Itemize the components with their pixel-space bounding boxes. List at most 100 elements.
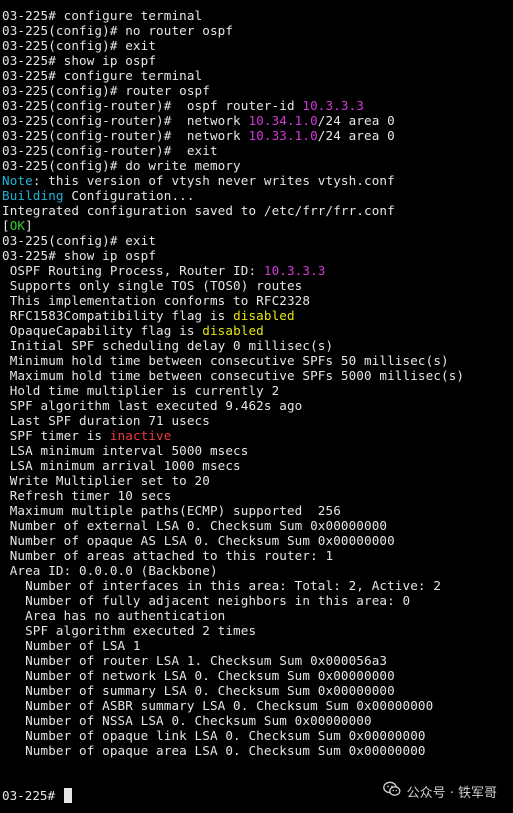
terminal-text: 03-225(config)# exit: [2, 38, 157, 53]
terminal-text: LSA minimum interval 5000 msecs: [2, 443, 249, 458]
terminal-text: : this version of vtysh never writes vty…: [32, 173, 395, 188]
terminal-line: Maximum multiple paths(ECMP) supported 2…: [2, 503, 513, 518]
terminal-text: 03-225(config-router)# ospf router-id: [2, 98, 303, 113]
terminal-line: OpaqueCapability flag is disabled: [2, 323, 513, 338]
terminal-text: SPF algorithm executed 2 times: [2, 623, 257, 638]
terminal-line: Last SPF duration 71 usecs: [2, 413, 513, 428]
terminal-text: Number of external LSA 0. Checksum Sum 0…: [2, 518, 388, 533]
terminal-text: Write Multiplier set to 20: [2, 473, 210, 488]
terminal-text: 03-225# configure terminal: [2, 68, 203, 83]
terminal-text: Number of network LSA 0. Checksum Sum 0x…: [2, 668, 395, 683]
terminal-text: 10.33.1.0: [248, 128, 318, 143]
terminal-text: Number of interfaces in this area: Total…: [2, 578, 442, 593]
terminal-line: Maximum hold time between consecutive SP…: [2, 368, 513, 383]
terminal-text: 03-225(config)# exit: [2, 233, 157, 248]
terminal-line: 03-225# configure terminal: [2, 8, 513, 23]
terminal-line: 03-225(config-router)# ospf router-id 10…: [2, 98, 513, 113]
terminal-line: Number of opaque area LSA 0. Checksum Su…: [2, 743, 513, 758]
terminal-text: 03-225(config)# no router ospf: [2, 23, 234, 38]
terminal-text: Number of opaque link LSA 0. Checksum Su…: [2, 728, 426, 743]
terminal-line: 03-225# show ip ospf: [2, 53, 513, 68]
terminal-text: 10.3.3.3: [302, 98, 365, 113]
terminal-text: Initial SPF scheduling delay 0 millisec(…: [2, 338, 334, 353]
command-prompt[interactable]: 03-225#: [2, 788, 72, 803]
terminal-line: Number of summary LSA 0. Checksum Sum 0x…: [2, 683, 513, 698]
terminal-line: Number of fully adjacent neighbors in th…: [2, 593, 513, 608]
terminal-line: SPF algorithm last executed 9.462s ago: [2, 398, 513, 413]
terminal-text: Number of areas attached to this router:…: [2, 548, 334, 563]
terminal-line: Hold time multiplier is currently 2: [2, 383, 513, 398]
terminal-text: 10.34.1.0: [248, 113, 318, 128]
terminal-text: SPF algorithm last executed 9.462s ago: [2, 398, 303, 413]
terminal-line: Minimum hold time between consecutive SP…: [2, 353, 513, 368]
terminal-text: Number of opaque AS LSA 0. Checksum Sum …: [2, 533, 395, 548]
terminal-text: Hold time multiplier is currently 2: [2, 383, 280, 398]
text-cursor: [63, 788, 72, 803]
terminal-text: /24 area 0: [317, 113, 395, 128]
terminal-text: 03-225# show ip ospf: [2, 248, 157, 263]
terminal-line: 03-225(config)# do write memory: [2, 158, 513, 173]
terminal-line: Number of opaque AS LSA 0. Checksum Sum …: [2, 533, 513, 548]
terminal-line: SPF algorithm executed 2 times: [2, 623, 513, 638]
terminal-text: Note: [2, 173, 33, 188]
terminal-text: ]: [25, 218, 33, 233]
terminal-line: Supports only single TOS (TOS0) routes: [2, 278, 513, 293]
terminal-text: 03-225# show ip ospf: [2, 53, 157, 68]
terminal-line: Number of router LSA 1. Checksum Sum 0x0…: [2, 653, 513, 668]
terminal-text: /24 area 0: [317, 128, 395, 143]
terminal-text: 03-225(config-router)# exit: [2, 143, 218, 158]
terminal-line: 03-225(config-router)# network 10.33.1.0…: [2, 128, 513, 143]
terminal-text: inactive: [109, 428, 172, 443]
terminal-line: SPF timer is inactive: [2, 428, 513, 443]
terminal-line: 03-225(config-router)# network 10.34.1.0…: [2, 113, 513, 128]
terminal-text: Refresh timer 10 secs: [2, 488, 172, 503]
terminal-line: This implementation conforms to RFC2328: [2, 293, 513, 308]
terminal-line: Number of ASBR summary LSA 0. Checksum S…: [2, 698, 513, 713]
terminal-line: 03-225(config)# exit: [2, 233, 513, 248]
terminal-text: 03-225(config)# do write memory: [2, 158, 241, 173]
terminal-text: Minimum hold time between consecutive SP…: [2, 353, 449, 368]
terminal-text: Maximum hold time between consecutive SP…: [2, 368, 465, 383]
terminal-text: 10.3.3.3: [263, 263, 326, 278]
terminal-text: Integrated configuration saved to /etc/f…: [2, 203, 395, 218]
terminal-line: 03-225(config)# exit: [2, 38, 513, 53]
terminal-text: Area has no authentication: [2, 608, 226, 623]
terminal-text: Number of NSSA LSA 0. Checksum Sum 0x000…: [2, 713, 372, 728]
terminal-text: OSPF Routing Process, Router ID:: [2, 263, 264, 278]
watermark: 公众号 · 铁军哥: [382, 781, 497, 801]
terminal-line: Number of LSA 1: [2, 638, 513, 653]
terminal-text: Number of router LSA 1. Checksum Sum 0x0…: [2, 653, 388, 668]
terminal-text: Maximum multiple paths(ECMP) supported 2…: [2, 503, 341, 518]
terminal-line: Note: this version of vtysh never writes…: [2, 173, 513, 188]
terminal-text: OpaqueCapability flag is: [2, 323, 203, 338]
terminal-line: Number of areas attached to this router:…: [2, 548, 513, 563]
terminal-text: 03-225# configure terminal: [2, 8, 203, 23]
terminal-line: RFC1583Compatibility flag is disabled: [2, 308, 513, 323]
terminal-text: Number of ASBR summary LSA 0. Checksum S…: [2, 698, 434, 713]
terminal-line: 03-225(config)# no router ospf: [2, 23, 513, 38]
terminal-text: disabled: [233, 308, 295, 323]
watermark-text: 公众号 · 铁军哥: [406, 785, 497, 801]
terminal-line: Write Multiplier set to 20: [2, 473, 513, 488]
terminal-text: [: [2, 218, 10, 233]
terminal-text: OK: [9, 218, 26, 233]
terminal-text: Number of summary LSA 0. Checksum Sum 0x…: [2, 683, 395, 698]
terminal-text: disabled: [202, 323, 264, 338]
terminal-line: Area ID: 0.0.0.0 (Backbone): [2, 563, 513, 578]
terminal-output: 03-225# configure terminal 03-225(config)…: [2, 8, 513, 758]
terminal-text: LSA minimum arrival 1000 msecs: [2, 458, 241, 473]
terminal-line: Number of external LSA 0. Checksum Sum 0…: [2, 518, 513, 533]
terminal-line: [OK]: [2, 218, 513, 233]
terminal-line: OSPF Routing Process, Router ID: 10.3.3.…: [2, 263, 513, 278]
terminal-text: SPF timer is: [2, 428, 110, 443]
terminal-line: 03-225# configure terminal: [2, 68, 513, 83]
terminal-line: Building Configuration...: [2, 188, 513, 203]
terminal-text: Last SPF duration 71 usecs: [2, 413, 210, 428]
terminal-line: Integrated configuration saved to /etc/f…: [2, 203, 513, 218]
terminal-line: Number of opaque link LSA 0. Checksum Su…: [2, 728, 513, 743]
terminal-text: Supports only single TOS (TOS0) routes: [2, 278, 303, 293]
terminal-text: 03-225(config-router)# network: [2, 113, 249, 128]
terminal-text: Configuration...: [63, 188, 195, 203]
terminal-line: Number of NSSA LSA 0. Checksum Sum 0x000…: [2, 713, 513, 728]
terminal-line: Initial SPF scheduling delay 0 millisec(…: [2, 338, 513, 353]
